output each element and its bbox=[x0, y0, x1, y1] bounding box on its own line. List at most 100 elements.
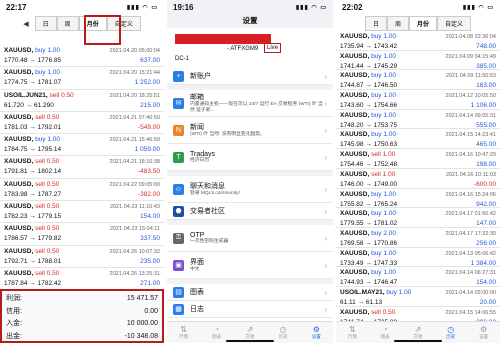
settings-item[interactable]: + 新账户 › bbox=[167, 68, 333, 85]
settings-item-label: Tradays bbox=[190, 150, 216, 158]
trade-volume: 1.00 bbox=[383, 33, 397, 40]
tab-chart[interactable]: ◔ 图表 bbox=[212, 325, 221, 340]
tab-label: 图表 bbox=[380, 334, 390, 339]
tab-quotes[interactable]: ⇅ 行情 bbox=[348, 325, 357, 340]
trade-row[interactable]: USOIL.JUN21, sell 0.50 2021.04.20 18:25:5… bbox=[0, 90, 164, 112]
settings-item[interactable]: ▤ 图表 › bbox=[167, 284, 333, 301]
trade-volume: 0.50 bbox=[46, 158, 60, 166]
trade-volume: 1.00 bbox=[47, 47, 61, 54]
trade-row[interactable]: XAUUSD, sell 0.50 2021.04.23 15:04:11 1786… bbox=[0, 223, 164, 246]
trade-row[interactable]: XAUUSD, sell 1.00 2021.04.16 10:47:29 1754… bbox=[336, 149, 500, 169]
settings-item[interactable]: N 新闻 (WTI) 叶 当然: 没有明显变化趋势。 › bbox=[167, 117, 333, 144]
tab-quotes[interactable]: ⇅ 行情 bbox=[179, 325, 188, 340]
trade-row[interactable]: XAUUSD, sell 0.50 2021.04.26 13:25:31 1787… bbox=[0, 268, 164, 291]
settings-item[interactable]: ▦ 日志 › bbox=[167, 301, 333, 318]
settings-item[interactable]: ☺ 聊天和消息 登录 MQL5.community! › bbox=[167, 176, 333, 203]
tab-label: 行情 bbox=[179, 334, 189, 339]
trade-row[interactable]: XAUUSD, buy 1.00 2021.04.13 05:06:42 1733.… bbox=[336, 248, 500, 268]
trade-side: sell bbox=[371, 308, 381, 316]
trade-row[interactable]: XAUUSD, buy 1.00 2021.04.12 10:05:50 1743.… bbox=[336, 90, 500, 110]
settings-item[interactable]: ✉ 邮箱 内置通知主机——现在可以 24/7 运行 EA 交易程序 (WTI) 叶 … bbox=[167, 90, 333, 117]
tab-day[interactable]: 日 bbox=[34, 16, 57, 31]
tab-history[interactable]: ◷ 历史 bbox=[446, 325, 455, 340]
tab-custom[interactable]: 自定义 bbox=[437, 16, 472, 31]
period-segmented-control: ◀ 日 周 月份 自定义 bbox=[0, 16, 164, 31]
settings-item-label: 新账户 bbox=[190, 73, 211, 80]
trade-row[interactable]: XAUUSD, sell 0.50 2021.04.21 18:16:38 1791… bbox=[0, 156, 164, 179]
settings-item[interactable]: ⬣ 交易者社区 › bbox=[167, 203, 333, 220]
trade-row[interactable]: XAUUSD, buy 1.00 2021.04.14 09:05:31 1748.… bbox=[336, 110, 500, 130]
trade-list: XAUUSD, buy 1.00 2021.04.08 22:36:04 1735.… bbox=[336, 31, 500, 327]
trade-volume: 2.00 bbox=[383, 229, 397, 237]
tab-history[interactable]: ◷ 历史 bbox=[279, 325, 288, 340]
trade-row[interactable]: XAUUSD, buy 2.00 2021.04.17 17:32:30 1769.… bbox=[336, 228, 500, 248]
trade-row[interactable]: XAUUSD, sell 1.00 2021.04.16 10:11:03 1746… bbox=[336, 169, 500, 189]
quotes-icon: ⇅ bbox=[349, 325, 356, 334]
tab-trade[interactable]: ⇗ 交易 bbox=[245, 325, 254, 340]
chevron-right-icon: › bbox=[324, 287, 327, 297]
tab-settings[interactable]: ⚙ 设置 bbox=[479, 325, 488, 340]
trade-profit: 555.00 bbox=[476, 121, 496, 129]
trade-symbol: XAUUSD, bbox=[4, 203, 34, 211]
trade-side: buy bbox=[371, 92, 382, 100]
tab-week[interactable]: 周 bbox=[386, 16, 409, 31]
trade-prices: 1746.00 → 1749.00 bbox=[340, 180, 398, 188]
trade-row[interactable]: XAUUSD, buy 1.00 2021.04.17 01:50:42 1779.… bbox=[336, 208, 500, 228]
trade-volume: 1.00 bbox=[383, 111, 397, 119]
account-card[interactable]: - ATFXGM9 Live DC-1 bbox=[167, 28, 333, 68]
trade-prices: 1748.20 → 1753.75 bbox=[340, 121, 398, 129]
trade-row[interactable]: XAUUSD, buy 1.00 2021.04.21 15:46:50 1784.… bbox=[0, 134, 164, 157]
tab-day[interactable]: 日 bbox=[364, 16, 387, 31]
trade-row[interactable]: XAUUSD, buy 1.00 2021.04.09 11:50:53 1744.… bbox=[336, 70, 500, 91]
tab-trade[interactable]: ⇗ 交易 bbox=[413, 325, 422, 340]
trade-prices: 1733.49 → 1747.33 bbox=[340, 259, 398, 267]
tab-label: 设置 bbox=[479, 334, 489, 339]
chevron-right-icon: › bbox=[324, 98, 327, 108]
trade-row[interactable]: XAUUSD, buy 1.00 2021.04.20 15:21:44 1774.… bbox=[0, 67, 164, 90]
trade-profit: 748.00 bbox=[476, 43, 496, 50]
trade-row[interactable]: XAUUSD, buy 1.00 2021.04.16 15:24:06 1755.… bbox=[336, 189, 500, 209]
settings-item[interactable]: ▣ 界面 中文 › bbox=[167, 252, 333, 279]
trade-symbol: XAUUSD, bbox=[4, 180, 34, 188]
account-broker: - ATFXGM9 bbox=[227, 46, 259, 52]
trade-row[interactable]: XAUUSD, sell 0.50 2021.04.22 09:05:00 1783… bbox=[0, 179, 164, 202]
trade-volume: 1.00 bbox=[383, 72, 397, 80]
trade-row[interactable]: XAUUSD, sell 0.50 2021.04.23 11:16:43 1782… bbox=[0, 201, 164, 224]
settings-item-icon: ▤ bbox=[173, 286, 184, 298]
trade-symbol: XAUUSD, bbox=[340, 229, 370, 237]
history-icon: ◷ bbox=[279, 325, 287, 334]
settings-item-subtitle: 中文 bbox=[190, 267, 200, 272]
settings-item-label: OTP bbox=[190, 231, 205, 239]
trade-symbol: XAUUSD, bbox=[340, 92, 370, 100]
settings-item[interactable]: T Tradays 经济日历 › bbox=[167, 144, 333, 171]
tab-settings[interactable]: ⚙ 设置 bbox=[312, 325, 321, 340]
trade-date: 2021.04.22 09:05:00 bbox=[109, 181, 160, 188]
trade-side: sell bbox=[371, 151, 381, 159]
month-tab-highlight bbox=[84, 15, 121, 45]
trade-prices: 1735.94 → 1743.42 bbox=[340, 43, 398, 50]
trade-date: 2021.04.26 13:25:31 bbox=[109, 270, 160, 277]
trade-volume: 1.00 bbox=[383, 210, 397, 218]
status-bar: 22:02 ▮▮▮ ◠ ▭ bbox=[336, 0, 500, 14]
tab-week[interactable]: 周 bbox=[56, 16, 79, 31]
trade-profit: 1 384.00 bbox=[470, 259, 496, 267]
trade-row[interactable]: XAUUSD, buy 1.00 2021.04.15 14:23:41 1745.… bbox=[336, 129, 500, 150]
trade-row[interactable]: XAUUSD, sell 0.50 2021.04.26 10:07:32 1792… bbox=[0, 246, 164, 268]
trade-date: 2021.04.15 14:23:41 bbox=[445, 132, 496, 139]
trade-row[interactable]: XAUUSD, sell 0.50 2021.04.21 07:40:50 1781… bbox=[0, 112, 164, 135]
settings-item-icon: ▣ bbox=[173, 259, 184, 271]
trade-row[interactable]: XAUUSD, buy 1.00 2021.04.14 06:27:31 1744.… bbox=[336, 267, 500, 287]
trade-date: 2021.04.16 10:47:29 bbox=[445, 152, 496, 159]
settings-item[interactable]: ⚿ OTP 一次性密码生成器 › bbox=[167, 225, 333, 252]
tab-chart[interactable]: ◔ 图表 bbox=[381, 325, 390, 340]
trade-row[interactable]: XAUUSD, buy 1.00 2021.04.08 22:36:04 1735.… bbox=[336, 31, 500, 51]
history-screen-left: 22:17 ▮▮▮ ◠ ▭ ◀ 日 周 月份 自定义 XAUUSD, buy 1… bbox=[0, 0, 164, 343]
trade-row[interactable]: XAUUSD, buy 1.00 2021.04.09 04:15:49 1741.… bbox=[336, 51, 500, 71]
trade-prices: 1770.48 → 1776.85 bbox=[4, 57, 62, 64]
settings-item-icon: ⬣ bbox=[173, 205, 184, 217]
trade-date: 2021.04.13 05:06:42 bbox=[445, 250, 496, 257]
trade-row[interactable]: XAUUSD, buy 1.00 2021.04.20 05:00:04 1770.… bbox=[0, 45, 164, 68]
back-arrow-icon[interactable]: ◀ bbox=[23, 20, 34, 28]
trade-row[interactable]: USOIL.MAY21, buy 1.00 2021.04.14 03:00:00… bbox=[336, 287, 500, 307]
tab-month[interactable]: 月份 bbox=[409, 16, 438, 31]
